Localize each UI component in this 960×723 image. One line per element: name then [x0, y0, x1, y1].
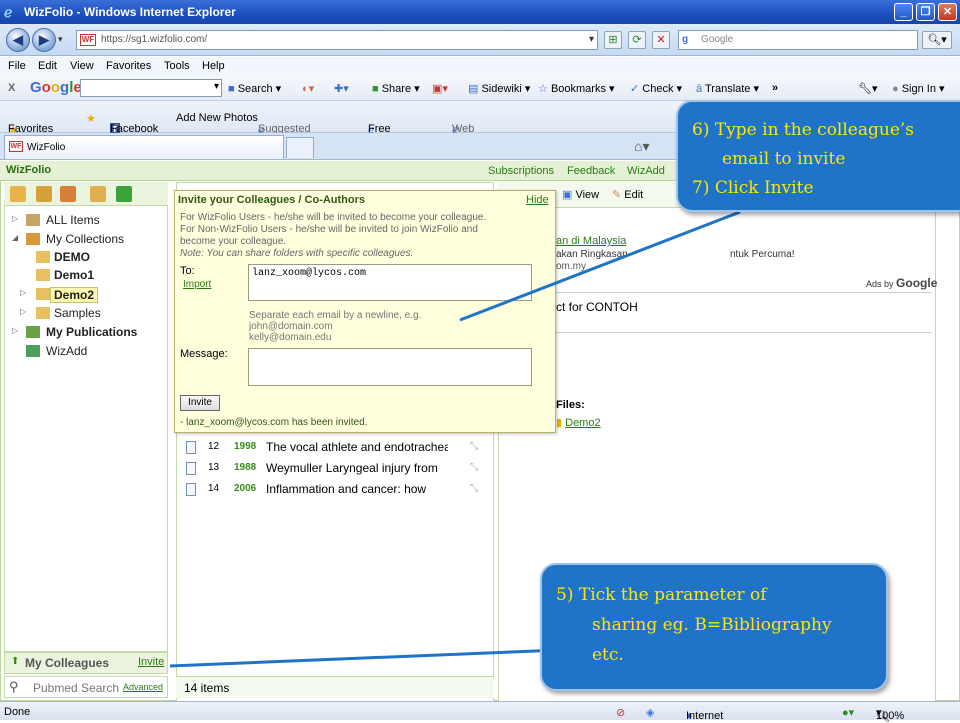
zoom-control[interactable]: 🔍︎ 100% ▾ — [876, 706, 904, 723]
zone-label: Internet — [686, 710, 724, 722]
security-icon: ◈ — [646, 707, 655, 719]
zoom-label: 100% — [876, 710, 905, 722]
status-text: Done — [4, 706, 31, 718]
callout-pointer-bottom — [169, 648, 561, 668]
status-bar: Done ⊘ ◈ ● Internet ●▾ 🔍︎ 100% ▾ — [0, 701, 960, 723]
callout-line: etc. — [592, 645, 624, 665]
callout-line: 7) Click Invite — [692, 178, 814, 198]
status-icon: ●▾ — [842, 707, 855, 719]
protected-mode-icon: ⊘ — [616, 707, 626, 719]
instruction-callout-bottom: 5) Tick the parameter of sharing eg. B=B… — [540, 563, 888, 691]
callout-line: 6) Type in the colleague’s — [692, 120, 915, 140]
instruction-callout-top: 6) Type in the colleague’s email to invi… — [676, 100, 960, 212]
callout-pointer-top — [459, 210, 741, 322]
callout-line: sharing eg. B=Bibliography — [592, 615, 832, 635]
callout-line: 5) Tick the parameter of — [556, 585, 767, 605]
callout-line: email to invite — [722, 149, 846, 169]
